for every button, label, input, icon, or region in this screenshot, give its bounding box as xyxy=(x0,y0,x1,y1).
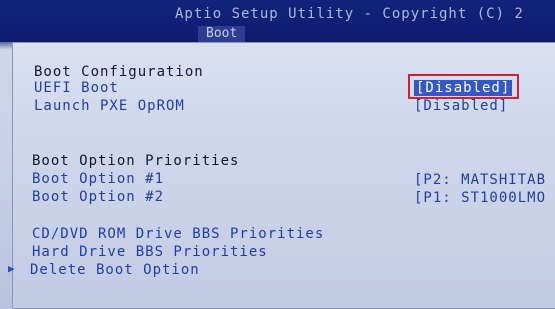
cd-dvd-rom-bbs-priorities-submenu[interactable]: CD/DVD ROM Drive BBS Priorities xyxy=(32,226,324,242)
boot-option-1-value[interactable]: [P2: MATSHITAB xyxy=(414,172,546,188)
boot-option-1[interactable]: Boot Option #1 xyxy=(32,171,164,187)
tab-boot[interactable]: Boot xyxy=(198,26,246,42)
boot-option-2-value[interactable]: [P1: ST1000LMO xyxy=(414,190,546,206)
launch-pxe-oprom-option[interactable]: Launch PXE OpROM xyxy=(34,98,185,114)
submenu-arrow-icon: ▶ xyxy=(8,262,15,275)
selected-value-outline xyxy=(408,74,519,99)
boot-option-2[interactable]: Boot Option #2 xyxy=(32,189,164,205)
bios-title: Aptio Setup Utility - Copyright (C) 2 xyxy=(175,6,524,22)
boot-configuration-heading: Boot Configuration xyxy=(34,64,204,80)
launch-pxe-oprom-value[interactable]: [Disabled] xyxy=(414,98,508,114)
bios-tab-bar: Boot xyxy=(0,26,555,42)
delete-boot-option-submenu[interactable]: Delete Boot Option xyxy=(30,262,200,278)
boot-option-priorities-heading: Boot Option Priorities xyxy=(32,153,240,169)
hard-drive-bbs-priorities-submenu[interactable]: Hard Drive BBS Priorities xyxy=(32,244,268,260)
uefi-boot-option[interactable]: UEFI Boot xyxy=(34,80,119,96)
bios-header: Aptio Setup Utility - Copyright (C) 2 Bo… xyxy=(0,0,555,42)
bios-setup-screen: Aptio Setup Utility - Copyright (C) 2 Bo… xyxy=(0,0,555,309)
